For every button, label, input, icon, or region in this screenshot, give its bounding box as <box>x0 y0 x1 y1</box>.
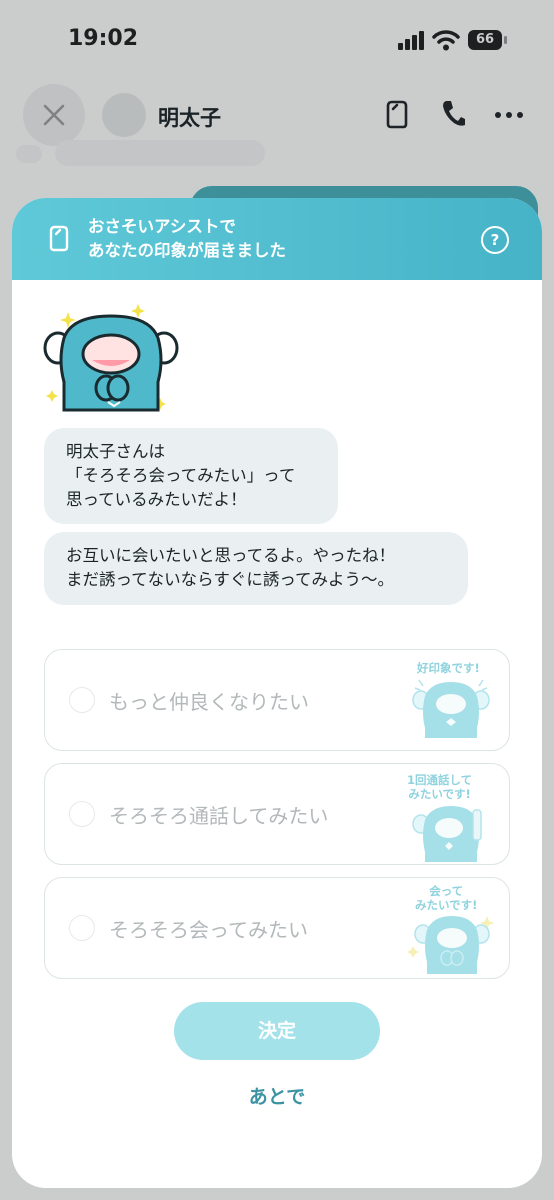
option-label: もっと仲良くなりたい <box>109 690 309 714</box>
phone-icon[interactable] <box>440 98 466 128</box>
assist-banner: おさそいアシストで あなたの印象が届きました ? <box>12 198 542 280</box>
assist-modal: おさそいアシストで あなたの印象が届きました ? 明太子さんは 「そろそろ会って… <box>12 198 542 1188</box>
option-tag: 会って みたいです! <box>415 884 477 912</box>
clock: 19:02 <box>68 26 139 51</box>
background-message <box>55 140 265 166</box>
option-tag: 好印象です! <box>417 661 480 675</box>
avatar[interactable] <box>102 93 146 137</box>
option-card[interactable]: そろそろ通話してみたい 1回通話して みたいです! <box>44 763 510 865</box>
option-tag-line: 1回通話して <box>407 773 473 787</box>
close-icon <box>43 104 65 126</box>
radio-button[interactable] <box>69 801 95 827</box>
message-line: 思っているみたいだよ！ <box>66 490 247 509</box>
option-tag-line: 会って <box>429 884 464 898</box>
message-line: お互いに会いたいと思ってるよ。やったね！ <box>66 546 396 565</box>
background-message <box>16 145 42 163</box>
option-tag-line: 好印象です! <box>417 661 480 675</box>
banner-line: あなたの印象が届きました <box>88 241 286 260</box>
mascot-icon <box>412 806 482 862</box>
message-line: 「そろそろ会ってみたい」って <box>66 466 296 485</box>
battery-level: 66 <box>468 30 502 50</box>
mascot-icon <box>412 679 490 738</box>
decide-button[interactable]: 決定 <box>174 1002 380 1060</box>
banner-text: おさそいアシストで あなたの印象が届きました <box>88 215 286 263</box>
battery-nub <box>504 36 507 44</box>
more-icon[interactable] <box>494 110 524 120</box>
option-tag-line: みたいです! <box>415 898 478 912</box>
banner-line: おさそいアシストで <box>88 217 236 236</box>
cellular-signal-icon <box>398 31 424 50</box>
option-label: そろそろ通話してみたい <box>109 804 329 828</box>
radio-button[interactable] <box>69 915 95 941</box>
radio-button[interactable] <box>69 687 95 713</box>
chat-header: 明太子 <box>0 82 554 148</box>
help-icon[interactable]: ? <box>481 226 509 254</box>
option-tag-line: みたいです! <box>408 787 471 801</box>
option-label: そろそろ会ってみたい <box>109 918 308 942</box>
message-line: まだ誘ってないならすぐに誘ってみよう〜。 <box>66 570 395 589</box>
option-card[interactable]: そろそろ会ってみたい 会って みたいです! <box>44 877 510 979</box>
assistant-message: 明太子さんは 「そろそろ会ってみたい」って 思っているみたいだよ！ <box>44 428 338 524</box>
memo-icon <box>49 225 69 252</box>
battery-indicator: 66 <box>468 30 508 50</box>
mascot-icon <box>43 304 179 412</box>
wifi-icon <box>432 30 460 51</box>
close-button[interactable] <box>23 84 85 146</box>
option-card[interactable]: もっと仲良くなりたい 好印象です! <box>44 649 510 751</box>
message-line: 明太子さんは <box>66 442 165 461</box>
memo-icon[interactable] <box>384 98 410 130</box>
contact-name: 明太子 <box>158 106 221 130</box>
later-link[interactable]: あとで <box>227 1082 327 1109</box>
option-tag: 1回通話して みたいです! <box>407 773 472 801</box>
status-bar: 19:02 66 <box>0 0 554 80</box>
assistant-message: お互いに会いたいと思ってるよ。やったね！ まだ誘ってないならすぐに誘ってみよう〜… <box>44 532 468 605</box>
mascot-icon <box>407 916 494 974</box>
